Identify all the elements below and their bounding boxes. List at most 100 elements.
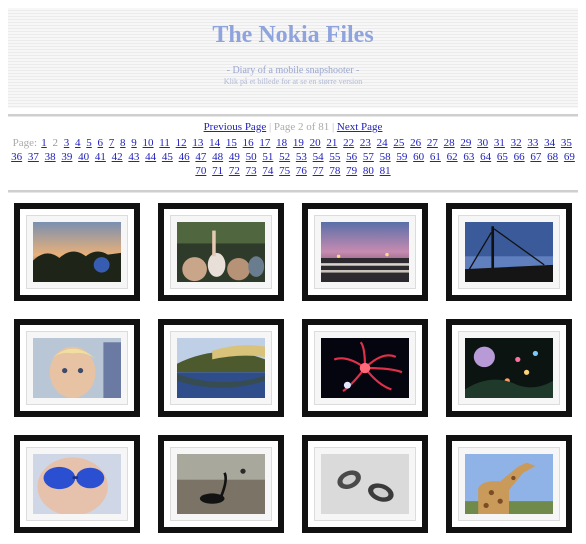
page-link-46[interactable]: 46 bbox=[179, 151, 190, 163]
page-link-32[interactable]: 32 bbox=[511, 137, 522, 149]
page-link-61[interactable]: 61 bbox=[430, 151, 441, 163]
page-link-62[interactable]: 62 bbox=[447, 151, 458, 163]
page-link-40[interactable]: 40 bbox=[78, 151, 89, 163]
page-link-54[interactable]: 54 bbox=[313, 151, 324, 163]
page-link-5[interactable]: 5 bbox=[86, 137, 92, 149]
page-link-45[interactable]: 45 bbox=[162, 151, 173, 163]
page-link-76[interactable]: 76 bbox=[296, 165, 307, 177]
thumbnail-photo bbox=[177, 222, 265, 282]
page-link-41[interactable]: 41 bbox=[95, 151, 106, 163]
page-link-3[interactable]: 3 bbox=[64, 137, 70, 149]
page-link-19[interactable]: 19 bbox=[293, 137, 304, 149]
page-link-43[interactable]: 43 bbox=[128, 151, 139, 163]
page-link-51[interactable]: 51 bbox=[262, 151, 273, 163]
page-link-9[interactable]: 9 bbox=[131, 137, 137, 149]
page-link-48[interactable]: 48 bbox=[212, 151, 223, 163]
page-link-58[interactable]: 58 bbox=[380, 151, 391, 163]
page-link-38[interactable]: 38 bbox=[45, 151, 56, 163]
page-link-22[interactable]: 22 bbox=[343, 137, 354, 149]
page-link-13[interactable]: 13 bbox=[192, 137, 203, 149]
page-link-12[interactable]: 12 bbox=[176, 137, 187, 149]
page-link-75[interactable]: 75 bbox=[279, 165, 290, 177]
page-link-42[interactable]: 42 bbox=[112, 151, 123, 163]
page-link-78[interactable]: 78 bbox=[329, 165, 340, 177]
page-link-35[interactable]: 35 bbox=[561, 137, 572, 149]
page-link-67[interactable]: 67 bbox=[530, 151, 541, 163]
thumbnail-red-firework[interactable] bbox=[302, 319, 428, 417]
page-link-59[interactable]: 59 bbox=[396, 151, 407, 163]
thumbnail-swan-pond[interactable] bbox=[158, 435, 284, 533]
page-link-63[interactable]: 63 bbox=[463, 151, 474, 163]
page-link-24[interactable]: 24 bbox=[377, 137, 388, 149]
page-link-73[interactable]: 73 bbox=[246, 165, 257, 177]
page-link-29[interactable]: 29 bbox=[460, 137, 471, 149]
page-link-23[interactable]: 23 bbox=[360, 137, 371, 149]
page-link-70[interactable]: 70 bbox=[195, 165, 206, 177]
page-link-81[interactable]: 81 bbox=[380, 165, 391, 177]
page-link-30[interactable]: 30 bbox=[477, 137, 488, 149]
page-link-50[interactable]: 50 bbox=[246, 151, 257, 163]
page-link-71[interactable]: 71 bbox=[212, 165, 223, 177]
page-link-17[interactable]: 17 bbox=[259, 137, 270, 149]
page-link-1[interactable]: 1 bbox=[41, 137, 47, 149]
page-link-11[interactable]: 11 bbox=[159, 137, 170, 149]
thumbnail-sunset-trees[interactable] bbox=[14, 203, 140, 301]
page-link-37[interactable]: 37 bbox=[28, 151, 39, 163]
page-link-68[interactable]: 68 bbox=[547, 151, 558, 163]
page-link-16[interactable]: 16 bbox=[243, 137, 254, 149]
page-link-77[interactable]: 77 bbox=[313, 165, 324, 177]
thumbnail-night-lanterns[interactable] bbox=[446, 319, 572, 417]
thumbnail-ship-rigging[interactable] bbox=[446, 203, 572, 301]
page-link-49[interactable]: 49 bbox=[229, 151, 240, 163]
page-link-4[interactable]: 4 bbox=[75, 137, 81, 149]
page-link-34[interactable]: 34 bbox=[544, 137, 555, 149]
page-link-64[interactable]: 64 bbox=[480, 151, 491, 163]
page-link-20[interactable]: 20 bbox=[310, 137, 321, 149]
page-link-6[interactable]: 6 bbox=[98, 137, 104, 149]
page-link-10[interactable]: 10 bbox=[143, 137, 154, 149]
page-link-25[interactable]: 25 bbox=[393, 137, 404, 149]
page-link-72[interactable]: 72 bbox=[229, 165, 240, 177]
page-link-47[interactable]: 47 bbox=[195, 151, 206, 163]
page-link-28[interactable]: 28 bbox=[444, 137, 455, 149]
page-link-14[interactable]: 14 bbox=[209, 137, 220, 149]
page-link-80[interactable]: 80 bbox=[363, 165, 374, 177]
thumbnail-mat bbox=[314, 331, 416, 405]
thumbnail-mat bbox=[314, 215, 416, 289]
thumbnail-dusk-fence[interactable] bbox=[302, 203, 428, 301]
thumbnail-sunglasses-face[interactable] bbox=[14, 435, 140, 533]
page-link-7[interactable]: 7 bbox=[109, 137, 115, 149]
thumbnail-lake-reflection[interactable] bbox=[158, 319, 284, 417]
page-link-57[interactable]: 57 bbox=[363, 151, 374, 163]
page-link-39[interactable]: 39 bbox=[61, 151, 72, 163]
page-link-31[interactable]: 31 bbox=[494, 137, 505, 149]
page-link-55[interactable]: 55 bbox=[329, 151, 340, 163]
page-link-15[interactable]: 15 bbox=[226, 137, 237, 149]
page-link-33[interactable]: 33 bbox=[527, 137, 538, 149]
thumbnail-concert-crowd[interactable] bbox=[158, 203, 284, 301]
page-link-56[interactable]: 56 bbox=[346, 151, 357, 163]
thumbnail-photo bbox=[321, 222, 409, 282]
previous-page-link[interactable]: Previous Page bbox=[204, 121, 267, 133]
page-link-52[interactable]: 52 bbox=[279, 151, 290, 163]
page-link-66[interactable]: 66 bbox=[514, 151, 525, 163]
page-link-8[interactable]: 8 bbox=[120, 137, 126, 149]
thumbnail-shoes-in-snow[interactable] bbox=[302, 435, 428, 533]
page-link-65[interactable]: 65 bbox=[497, 151, 508, 163]
prev-next-row: Previous Page | Page 2 of 81 | Next Page bbox=[8, 120, 578, 134]
thumbnail-mat bbox=[26, 215, 128, 289]
page-link-60[interactable]: 60 bbox=[413, 151, 424, 163]
page-link-18[interactable]: 18 bbox=[276, 137, 287, 149]
page-link-53[interactable]: 53 bbox=[296, 151, 307, 163]
page-link-26[interactable]: 26 bbox=[410, 137, 421, 149]
thumbnail-child-face[interactable] bbox=[14, 319, 140, 417]
page-link-36[interactable]: 36 bbox=[11, 151, 22, 163]
thumbnail-giraffe[interactable] bbox=[446, 435, 572, 533]
next-page-link[interactable]: Next Page bbox=[337, 121, 383, 133]
page-link-44[interactable]: 44 bbox=[145, 151, 156, 163]
page-link-27[interactable]: 27 bbox=[427, 137, 438, 149]
page-link-21[interactable]: 21 bbox=[326, 137, 337, 149]
page-link-69[interactable]: 69 bbox=[564, 151, 575, 163]
page-link-79[interactable]: 79 bbox=[346, 165, 357, 177]
page-link-74[interactable]: 74 bbox=[262, 165, 273, 177]
